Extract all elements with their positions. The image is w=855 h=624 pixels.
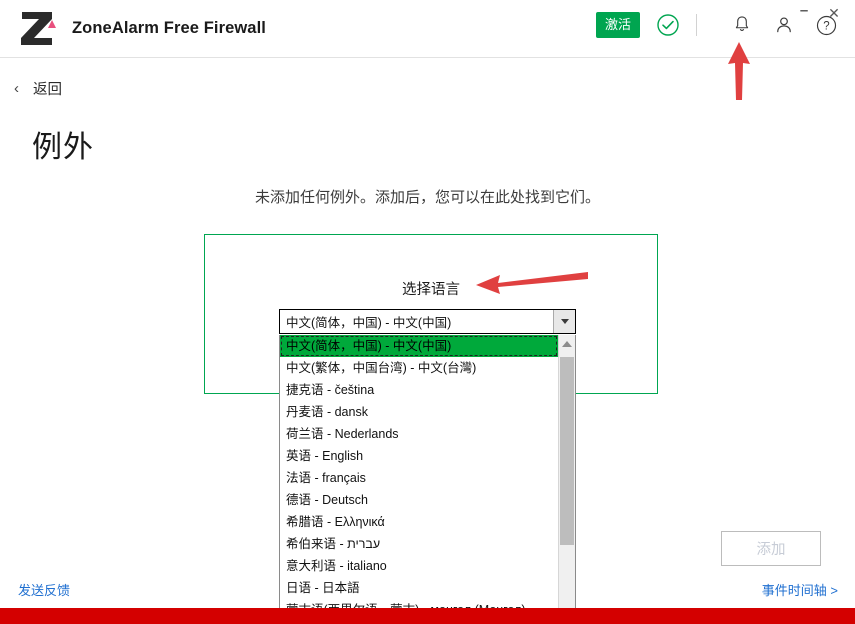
activate-button[interactable]: 激活 xyxy=(595,12,640,38)
bell-icon[interactable] xyxy=(729,12,755,38)
list-item[interactable]: 中文(简体，中国) - 中文(中国) xyxy=(280,335,558,357)
list-item[interactable]: 捷克语 - čeština xyxy=(280,379,558,401)
list-item[interactable]: 丹麦语 - dansk xyxy=(280,401,558,423)
brand: ZoneAlarm Free Firewall xyxy=(18,8,266,48)
app-window: ZoneAlarm Free Firewall – ✕ 激活 ? ‹ 返回 例外… xyxy=(0,0,855,624)
list-item[interactable]: 英语 - English xyxy=(280,445,558,467)
back-button[interactable]: ‹ 返回 xyxy=(14,78,62,99)
app-title: ZoneAlarm Free Firewall xyxy=(72,18,266,37)
dropdown-scrollbar[interactable] xyxy=(558,335,575,623)
language-select-value: 中文(简体，中国) - 中文(中国) xyxy=(286,316,452,330)
chevron-down-icon[interactable] xyxy=(553,310,575,333)
send-feedback-link[interactable]: 发送反馈 xyxy=(18,580,70,599)
header-divider xyxy=(696,14,697,36)
list-item[interactable]: 荷兰语 - Nederlands xyxy=(280,423,558,445)
scrollbar-thumb[interactable] xyxy=(560,357,574,545)
svg-text:?: ? xyxy=(823,20,829,32)
header-actions: 激活 ? xyxy=(595,12,839,38)
chevron-left-icon: ‹ xyxy=(14,80,19,97)
add-button[interactable]: 添加 xyxy=(721,531,821,566)
language-option-list: 中文(简体，中国) - 中文(中国) 中文(繁体，中国台湾) - 中文(台灣) … xyxy=(280,335,558,623)
back-label: 返回 xyxy=(33,82,62,98)
check-circle-icon[interactable] xyxy=(656,13,680,37)
person-icon[interactable] xyxy=(771,12,797,38)
list-item[interactable]: 希伯来语 - עברית xyxy=(280,533,558,555)
scroll-up-arrow-icon[interactable] xyxy=(559,335,575,352)
language-dialog-title: 选择语言 xyxy=(402,282,460,298)
title-bar: ZoneAlarm Free Firewall – ✕ 激活 ? xyxy=(0,0,855,57)
list-item[interactable]: 日语 - 日本語 xyxy=(280,577,558,599)
zonealarm-logo-icon xyxy=(18,8,60,48)
list-item[interactable]: 中文(繁体，中国台湾) - 中文(台灣) xyxy=(280,357,558,379)
empty-state-message: 未添加任何例外。添加后，您可以在此处找到它们。 xyxy=(254,189,600,206)
list-item[interactable]: 意大利语 - italiano xyxy=(280,555,558,577)
header-separator xyxy=(0,57,855,58)
help-icon[interactable]: ? xyxy=(813,12,839,38)
event-timeline-link[interactable]: 事件时间轴 > xyxy=(762,580,838,599)
list-item[interactable]: 德语 - Deutsch xyxy=(280,489,558,511)
list-item[interactable]: 希腊语 - Ελληνικά xyxy=(280,511,558,533)
bottom-status-bar xyxy=(0,608,855,624)
language-select[interactable]: 中文(简体，中国) - 中文(中国) xyxy=(279,309,576,334)
language-dropdown[interactable]: 中文(简体，中国) - 中文(中国) 中文(繁体，中国台湾) - 中文(台灣) … xyxy=(279,335,576,624)
list-item[interactable]: 法语 - français xyxy=(280,467,558,489)
page-title: 例外 xyxy=(32,131,94,164)
